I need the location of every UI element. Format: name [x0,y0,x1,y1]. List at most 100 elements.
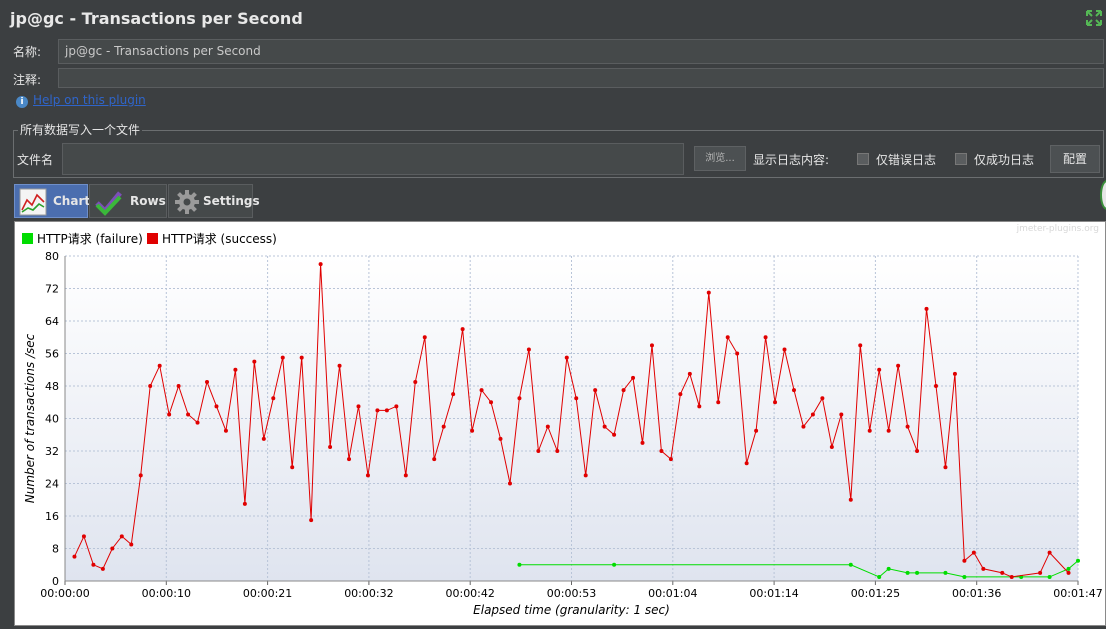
help-link[interactable]: Help on this plugin [33,93,146,107]
data-point-success [716,400,721,405]
data-point-failure [1047,574,1052,579]
data-point-success [148,384,153,388]
chart-panel: jmeter-plugins.org HTTP请求 (failure) HTTP… [14,221,1106,626]
data-point-success [943,465,948,470]
data-point-success [205,379,210,384]
data-point-success [309,518,314,523]
data-point-success [451,392,456,397]
errors-only-checkbox[interactable] [857,153,869,165]
x-tick-label: 00:00:00 [40,587,89,600]
data-point-success [337,363,342,368]
y-tick-label: 24 [45,478,59,491]
data-point-success [697,404,702,409]
data-point-failure [886,566,891,571]
data-point-failure [943,570,948,575]
data-point-success [877,367,882,372]
data-point-success [157,363,162,368]
data-point-success [744,461,749,466]
y-axis-label: Number of transactions /sec [23,333,37,503]
data-point-success [526,347,531,352]
data-point-success [810,412,815,417]
data-point-success [564,355,569,360]
data-point-success [413,379,418,384]
data-point-failure [877,574,882,579]
data-point-failure [1076,558,1080,563]
data-point-success [829,444,834,449]
y-tick-label: 40 [45,413,59,426]
comment-field[interactable] [58,68,1104,88]
filename-input[interactable] [62,143,684,175]
data-point-success [460,327,465,332]
config-button[interactable]: 配置 [1050,145,1100,173]
data-point-success [233,367,238,372]
browse-button[interactable]: 浏览... [694,146,746,171]
data-point-success [583,473,588,478]
x-tick-label: 00:01:36 [952,587,1001,600]
data-point-success [933,384,938,388]
data-point-success [791,388,796,393]
tps-chart: 0816243240485664728000:00:00 00:00:10 00:0… [23,250,1103,617]
data-point-success [848,497,853,502]
data-point-success [687,371,692,376]
data-point-success [176,384,181,388]
data-point-success [394,404,399,409]
name-field[interactable]: jp@gc - Transactions per Second [58,39,1104,64]
data-point-success [905,424,910,429]
data-point-success [867,428,872,433]
data-point-success [517,396,522,401]
data-point-success [252,359,257,364]
tab-rows-label: Rows [130,194,166,208]
data-point-success [545,424,550,429]
x-tick-label: 00:00:53 [547,587,596,600]
data-point-success [72,554,77,559]
y-tick-label: 80 [45,250,59,263]
data-point-success [1000,570,1005,575]
data-point-success [422,335,427,340]
data-point-failure [848,562,853,567]
errors-only-label: 仅错误日志 [876,153,937,167]
checkmark-icon [95,191,122,216]
data-point-success [214,404,219,409]
data-point-success [706,290,711,295]
success-only-checkbox[interactable] [955,153,967,165]
data-point-success [507,481,512,486]
data-point-success [924,306,929,311]
data-point-success [138,473,143,478]
x-tick-label: 00:01:47 [1053,587,1102,600]
data-point-success [1009,574,1014,579]
data-point-failure [962,574,967,579]
data-point-success [649,343,654,348]
side-indicator [1100,180,1106,210]
data-point-success [242,501,247,506]
data-point-success [318,262,323,267]
tab-chart-label: Chart [53,194,91,208]
data-point-success [432,457,437,462]
data-point-failure [1066,566,1071,571]
y-tick-label: 48 [45,380,59,393]
data-point-success [678,392,683,397]
data-point-success [498,436,503,441]
data-point-success [574,396,579,401]
y-tick-label: 64 [45,315,59,328]
tab-settings-label: Settings [203,194,260,208]
data-point-success [631,375,636,380]
y-tick-label: 8 [52,543,59,556]
data-point-success [735,351,740,356]
comment-label: 注释: [13,73,42,87]
data-point-success [839,412,844,417]
data-point-success [858,343,863,348]
info-icon: i [16,96,28,108]
data-point-success [110,546,115,551]
tab-rows[interactable]: Rows [89,184,167,218]
success-only-label: 仅成功日志 [974,153,1035,167]
data-point-success [167,412,172,417]
data-point-success [81,534,86,539]
x-tick-label: 00:00:42 [445,587,494,600]
data-point-success [725,335,730,340]
data-point-failure [915,570,920,575]
expand-icon[interactable] [1086,10,1102,26]
data-point-success [489,400,494,405]
tab-chart[interactable]: Chart [14,184,91,218]
data-point-success [962,558,967,563]
tab-settings[interactable]: Settings [168,184,260,218]
